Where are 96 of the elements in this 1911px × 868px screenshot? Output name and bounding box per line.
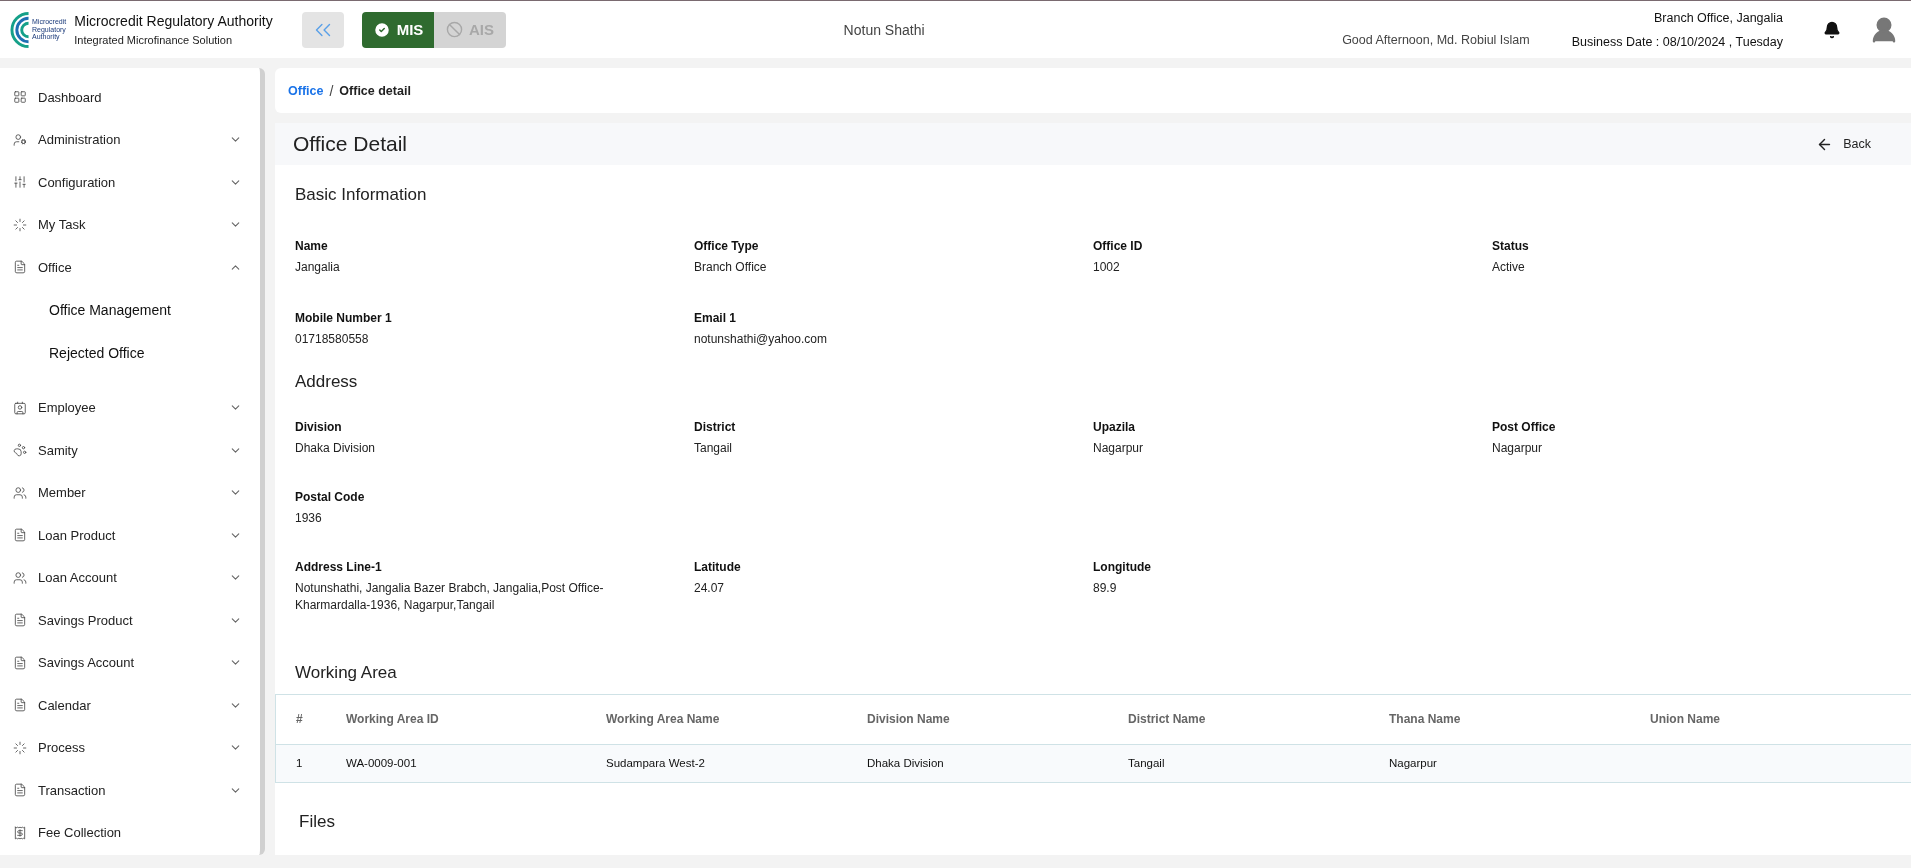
breadcrumb-link[interactable]: Office xyxy=(288,83,324,98)
field-label: Division xyxy=(295,419,343,434)
sidebar-item[interactable]: Dashboard xyxy=(0,76,260,119)
table-cell-text: WA-0009-001 xyxy=(346,757,418,770)
user-gear-icon xyxy=(13,132,27,147)
document-icon xyxy=(13,613,27,628)
collapse-sidebar-button[interactable] xyxy=(302,11,344,48)
document-icon xyxy=(13,655,27,670)
organization-name: Notun Shathi xyxy=(842,21,926,38)
greeting-text: Good Afternoon, Md. Robiul Islam xyxy=(1342,32,1530,47)
column-header: Union Name xyxy=(1650,712,1721,727)
field-value: Nagarpur xyxy=(1093,439,1145,457)
document-icon xyxy=(13,260,27,275)
sidebar-item[interactable]: My Task xyxy=(0,203,260,246)
people-icon xyxy=(13,570,27,585)
field-value: notunshathi@yahoo.com xyxy=(694,331,828,348)
ban-icon xyxy=(446,21,463,38)
sidebar-item[interactable]: Process xyxy=(0,726,260,769)
table-cell-text: Nagarpur xyxy=(1389,757,1438,770)
breadcrumb-current: Office detail xyxy=(339,83,411,98)
sidebar-item[interactable]: Loan Product xyxy=(0,514,260,557)
sidebar-item[interactable]: Savings Product xyxy=(0,599,260,642)
section-title: Address xyxy=(295,370,359,393)
table-cell-text: 1 xyxy=(296,757,304,770)
sidebar-subitem[interactable]: Rejected Office xyxy=(0,331,260,375)
sidebar-item[interactable]: Employee xyxy=(0,386,260,429)
field-value: Dhaka Division xyxy=(295,439,377,457)
field-label: Name xyxy=(295,239,329,253)
business-date: Business Date : 08/10/2024 , Tuesday xyxy=(1571,34,1783,49)
column-header: District Name xyxy=(1128,712,1207,727)
sidebar-item[interactable]: Transaction xyxy=(0,769,260,812)
logo-icon xyxy=(10,10,30,49)
table-cell-text: Dhaka Division xyxy=(867,757,945,770)
section-title: Basic Information xyxy=(295,184,428,206)
sidebar-item[interactable]: Fee Collection xyxy=(0,811,260,854)
notification-bell-icon[interactable] xyxy=(1823,20,1841,39)
section-title: Files xyxy=(298,810,336,833)
field-label: Mobile Number 1 xyxy=(295,311,393,325)
branch-name: Branch Office, Jangalia xyxy=(1654,10,1783,25)
document-icon xyxy=(13,698,27,713)
column-header: Division Name xyxy=(867,712,951,727)
field-value: 1002 xyxy=(1093,259,1121,276)
column-header: Thana Name xyxy=(1389,712,1462,727)
sidebar-item[interactable]: Office xyxy=(0,246,260,289)
field-value: 89.9 xyxy=(1093,579,1118,597)
field-value: 01718580558 xyxy=(295,331,370,348)
field-value: Active xyxy=(1492,259,1526,276)
field-label: Status xyxy=(1492,239,1530,253)
field-label: Office Type xyxy=(694,239,760,253)
section-title: Working Area xyxy=(295,661,398,684)
column-header: Working Area ID xyxy=(346,712,440,727)
page-title: Office Detail xyxy=(293,132,407,156)
spinner-icon xyxy=(13,740,27,755)
document-icon xyxy=(13,528,27,543)
receipt-icon xyxy=(13,825,27,840)
document-icon xyxy=(13,783,27,798)
app-title: Microcredit Regulatory Authority xyxy=(74,13,273,29)
field-value: Nagarpur xyxy=(1492,439,1544,457)
id-card-icon xyxy=(13,400,27,415)
field-value: Branch Office xyxy=(694,259,768,276)
sliders-icon xyxy=(13,175,27,190)
sidebar-subitem[interactable]: Office Management xyxy=(0,288,260,332)
table-cell-text: Sudampara West-2 xyxy=(606,757,706,770)
module-tab[interactable]: MIS xyxy=(362,11,434,48)
breadcrumb-separator: / xyxy=(329,82,334,99)
column-header: Working Area Name xyxy=(606,712,721,727)
app-subtitle: Integrated Microfinance Solution xyxy=(74,34,233,46)
grid-icon xyxy=(13,90,27,105)
sidebar-item[interactable]: Member xyxy=(0,471,260,514)
sidebar-item[interactable]: Calendar xyxy=(0,684,260,727)
field-label: Address Line-1 xyxy=(295,559,383,574)
field-value: Jangalia xyxy=(295,259,341,276)
people-icon xyxy=(13,485,27,500)
check-icon xyxy=(372,20,391,39)
field-label: Office ID xyxy=(1093,239,1144,253)
sidebar-item[interactable]: Loan Account xyxy=(0,556,260,599)
table-cell-text: Tangail xyxy=(1128,757,1166,770)
spinner-icon xyxy=(13,217,27,232)
field-value: 1936 xyxy=(295,509,323,527)
back-button[interactable]: Back xyxy=(1816,135,1871,153)
field-value: 24.07 xyxy=(694,579,726,597)
sidebar-item[interactable]: Samity xyxy=(0,429,260,472)
field-value: Tangail xyxy=(694,439,734,457)
sidebar-item[interactable]: Savings Account xyxy=(0,641,260,684)
field-label: District xyxy=(694,419,737,434)
field-label: Upazila xyxy=(1093,419,1136,434)
field-value: Notunshathi, Jangalia Bazer Brabch, Jangalia,Post Office-Kharmardalla-1936, Nagarpur,Tangail xyxy=(295,579,605,614)
paw-icon xyxy=(13,443,27,458)
field-label: Email 1 xyxy=(694,311,738,325)
sidebar-item[interactable]: Configuration xyxy=(0,161,260,204)
column-header: # xyxy=(296,712,304,727)
field-label: Longitude xyxy=(1093,559,1152,574)
field-label: Post Office xyxy=(1492,419,1557,434)
field-label: Latitude xyxy=(694,559,742,574)
field-label: Postal Code xyxy=(295,489,366,504)
sidebar-item[interactable]: Administration xyxy=(0,118,260,161)
